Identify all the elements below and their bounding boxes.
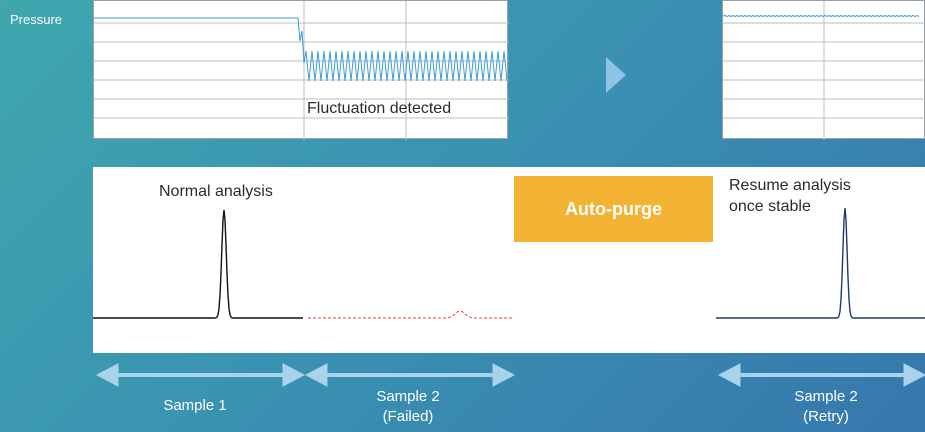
sample2-retry-span-arrow [717, 363, 925, 387]
sample-span-arrows [95, 363, 925, 387]
sample1-span-arrow [95, 363, 306, 387]
sample2-failed-label: Sample 2 (Failed) [376, 388, 440, 425]
sample2-retry-label: Sample 2 (Retry) [794, 388, 858, 425]
sample2-failed-span-arrow [304, 363, 516, 387]
sample1-label: Sample 1 [163, 397, 227, 414]
